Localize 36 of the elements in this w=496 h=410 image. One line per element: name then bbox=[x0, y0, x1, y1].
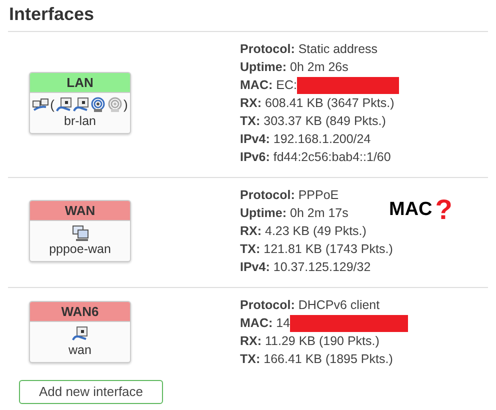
status-line: IPv6: fd44:2c56:bab4::1/60 bbox=[240, 149, 391, 166]
status-line: IPv4: 10.37.125.129/32 bbox=[240, 259, 371, 276]
interface-name: WAN bbox=[30, 201, 130, 221]
status-line: IPv4: 192.168.1.200/24 bbox=[240, 131, 371, 148]
section-heading: Interfaces bbox=[8, 0, 488, 32]
status-line: Protocol: DHCPv6 client bbox=[240, 297, 380, 314]
computers-icon bbox=[72, 224, 88, 240]
status-line: TX: 166.41 KB (1895 Pkts.) bbox=[240, 351, 393, 368]
device-name: br-lan bbox=[63, 113, 97, 130]
network-port-icon bbox=[72, 96, 88, 112]
bracket: ( bbox=[50, 97, 54, 112]
status-line: MAC: 14 bbox=[240, 315, 290, 332]
status-line: TX: 303.37 KB (849 Pkts.) bbox=[240, 113, 386, 130]
status-line: RX: 11.29 KB (190 Pkts.) bbox=[240, 333, 380, 350]
status-line: Protocol: PPPoE bbox=[240, 187, 339, 204]
interface-name: WAN6 bbox=[30, 302, 130, 322]
add-interface-button[interactable]: Add new interface bbox=[19, 380, 163, 404]
status-line: Protocol: Static address bbox=[240, 41, 378, 58]
status-line: TX: 121.81 KB (1743 Pkts.) bbox=[240, 241, 393, 258]
device-name: wan bbox=[68, 342, 92, 359]
interface-badge[interactable]: WAN6 wan bbox=[29, 301, 131, 363]
interface-badge[interactable]: LAN ( ) br-lan bbox=[29, 72, 131, 134]
device-name: pppoe-wan bbox=[48, 241, 112, 258]
annotation-text: MAC bbox=[389, 199, 432, 221]
question-mark: ? bbox=[435, 196, 452, 224]
network-port-icon bbox=[56, 96, 72, 112]
network-port-icon bbox=[72, 326, 88, 342]
interface-badge[interactable]: WAN pppoe-wan bbox=[29, 200, 131, 262]
bracket: ) bbox=[124, 97, 128, 112]
status-line: RX: 608.41 KB (3647 Pkts.) bbox=[240, 95, 394, 112]
bridge-icon bbox=[32, 98, 50, 112]
status-line: Uptime: 0h 2m 26s bbox=[240, 59, 348, 76]
status-line: MAC: EC: bbox=[240, 77, 297, 94]
interface-name: LAN bbox=[30, 73, 130, 93]
status-line: RX: 4.23 KB (49 Pkts.) bbox=[240, 223, 366, 240]
status-line: Uptime: 0h 2m 17s bbox=[240, 205, 348, 222]
